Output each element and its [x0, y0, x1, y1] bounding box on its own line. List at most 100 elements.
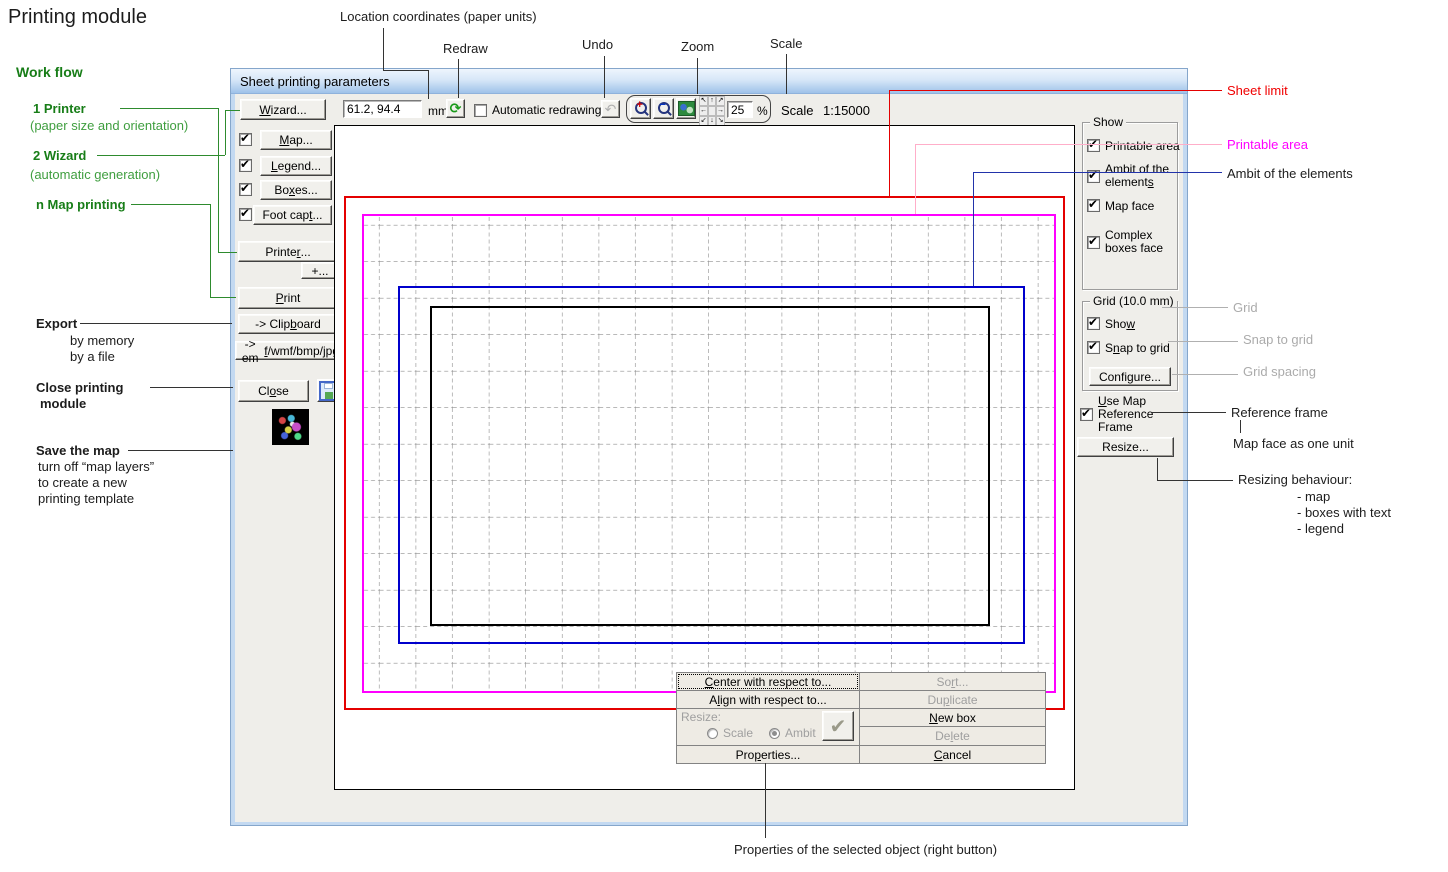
printable-area-checkbox[interactable] [1087, 139, 1100, 152]
export-annotation: Export [36, 316, 77, 331]
snap-to-grid-checkbox[interactable] [1087, 341, 1100, 354]
boxes-button[interactable]: Boxes... [260, 180, 332, 200]
percent-label: % [757, 104, 768, 118]
printable-area-annotation: Printable area [1227, 137, 1308, 152]
printer-step-annotation: 1 Printer [33, 101, 86, 116]
leader-line [786, 54, 787, 94]
menu-item-sort[interactable]: Sort... [859, 672, 1046, 691]
map-layer-checkbox[interactable] [239, 133, 252, 146]
resizing-behaviour-annotation: Resizing behaviour: [1238, 472, 1352, 487]
wizard-step-annotation: 2 Wizard [33, 148, 86, 163]
printable-area-label: Printable area [1105, 139, 1180, 153]
menu-item-align-with-respect-to[interactable]: Align with respect to... [676, 690, 860, 709]
save-map-sub1-annotation: turn off “map layers” [38, 459, 154, 474]
map-face-checkbox[interactable] [1087, 199, 1100, 212]
foot-caption-button[interactable]: Foot capt... [253, 205, 332, 225]
map-preview-thumbnail [272, 409, 309, 445]
globe-icon [678, 101, 695, 116]
export-file-button[interactable]: -> emf/wmf/bmp/jpg [235, 341, 340, 360]
grid-show-checkbox[interactable] [1087, 317, 1100, 330]
leader-line [225, 110, 240, 111]
wizard-step-sub-annotation: (automatic generation) [30, 167, 160, 182]
leader-line [218, 108, 219, 252]
printer-step-sub-annotation: (paper size and orientation) [30, 118, 188, 133]
configure-button[interactable]: Configure... [1089, 367, 1171, 386]
zoom-out-button[interactable]: − [653, 98, 674, 119]
pan-up-right-icon[interactable] [716, 96, 725, 106]
save-map-sub3-annotation: printing template [38, 491, 134, 506]
ambit-annotation: Ambit of the elements [1227, 166, 1353, 181]
printer-button[interactable]: Printer... [238, 241, 338, 262]
print-button[interactable]: Print [238, 287, 338, 309]
map-face-rect[interactable] [430, 306, 990, 626]
workflow-annotation: Work flow [16, 64, 83, 80]
zoom-annotation: Zoom [681, 39, 714, 54]
grid-group-title: Grid (10.0 mm) [1090, 294, 1177, 308]
leader-line [604, 56, 605, 98]
pan-arrows-control[interactable] [699, 96, 725, 122]
save-map-annotation: Save the map [36, 443, 120, 458]
pan-up-icon[interactable] [708, 96, 716, 106]
menu-item-properties[interactable]: Properties... [676, 745, 860, 764]
leader-line [1157, 458, 1158, 480]
use-map-reference-frame-checkbox[interactable] [1080, 408, 1093, 421]
properties-annotation: Properties of the selected object (right… [734, 842, 997, 857]
menu-item-cancel[interactable]: Cancel [859, 745, 1046, 764]
resizing-map-annotation: - map [1297, 489, 1330, 504]
leader-line [383, 28, 384, 70]
menu-item-center-with-respect-to[interactable]: Center with respect to... [676, 672, 860, 691]
leader-line [889, 90, 890, 196]
ambit-label: Ambit of the elements [1105, 163, 1173, 189]
leader-line [1240, 420, 1241, 433]
pan-center [708, 106, 716, 116]
complex-boxes-checkbox[interactable] [1087, 236, 1100, 249]
apply-resize-button[interactable] [822, 711, 854, 741]
zoom-out-icon: − [657, 102, 671, 116]
pan-right-icon[interactable] [716, 106, 725, 116]
snap-to-grid-annotation: Snap to grid [1243, 332, 1313, 347]
leader-line [889, 90, 1222, 91]
wizard-button[interactable]: Wizard... [240, 99, 326, 120]
redraw-button[interactable] [446, 99, 465, 118]
leader-line [765, 763, 766, 838]
menu-item-delete[interactable]: Delete [859, 726, 1046, 746]
foot-caption-layer-checkbox[interactable] [239, 208, 252, 221]
resize-scale-radio[interactable] [707, 728, 718, 739]
leader-line [915, 144, 916, 214]
leader-line [80, 323, 232, 324]
undo-button[interactable] [601, 100, 620, 118]
map-button[interactable]: Map... [260, 130, 332, 150]
zoom-in-button[interactable]: + [630, 98, 651, 119]
undo-icon [605, 101, 617, 118]
leader-line [131, 204, 210, 205]
leader-line [1157, 480, 1233, 481]
map-face-unit-annotation: Map face as one unit [1233, 436, 1354, 451]
scale-value: 1:15000 [823, 103, 870, 118]
zoom-extent-button[interactable] [676, 98, 696, 119]
pan-left-icon[interactable] [699, 106, 708, 116]
complex-boxes-label: Complex boxes face [1105, 229, 1173, 255]
zoom-percent-field[interactable]: 25 [727, 101, 753, 118]
coordinates-field[interactable]: 61.2, 94.4 [343, 100, 422, 118]
leader-line [1162, 307, 1228, 308]
automatic-redrawing-checkbox[interactable] [474, 104, 487, 117]
legend-button[interactable]: Legend... [260, 156, 332, 176]
resize-ambit-radio[interactable] [769, 728, 780, 739]
menu-item-new-box[interactable]: New box [859, 708, 1046, 727]
resize-button[interactable]: Resize... [1077, 437, 1174, 457]
close-module-annotation-line2: module [40, 396, 86, 411]
scale-annotation: Scale [770, 36, 803, 51]
grid-annotation: Grid [1233, 300, 1258, 315]
zoom-in-icon: + [634, 102, 648, 116]
menu-item-duplicate[interactable]: Duplicate [859, 690, 1046, 709]
close-button[interactable]: Close [238, 380, 309, 402]
boxes-layer-checkbox[interactable] [239, 183, 252, 196]
map-printing-step-annotation: n Map printing [36, 197, 126, 212]
dialog-title: Sheet printing parameters [240, 74, 390, 89]
legend-layer-checkbox[interactable] [239, 159, 252, 172]
pan-up-left-icon[interactable] [699, 96, 708, 106]
reference-frame-annotation: Reference frame [1231, 405, 1328, 420]
snap-to-grid-label: Snap to grid [1105, 341, 1170, 355]
map-face-label: Map face [1105, 199, 1154, 213]
clipboard-button[interactable]: -> Clipboard [238, 314, 338, 334]
